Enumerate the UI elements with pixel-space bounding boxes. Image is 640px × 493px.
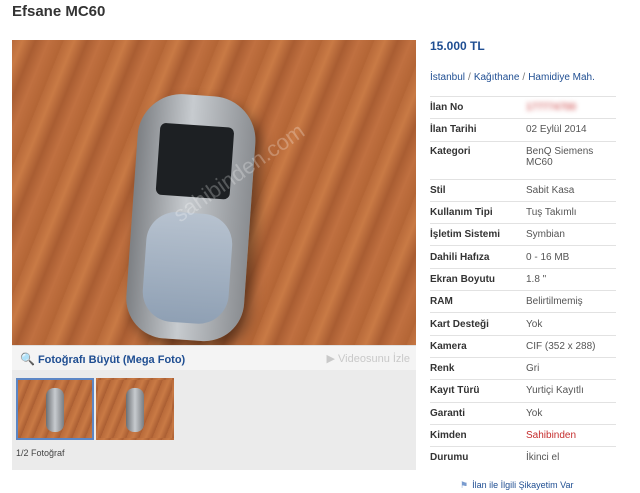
detail-row: RAM Belirtilmemiş (430, 290, 616, 313)
detail-row: İlan Tarihi 02 Eylül 2014 (430, 118, 616, 142)
photo-count: 1/2 Fotoğraf (16, 448, 65, 458)
detail-row: Garanti Yok (430, 401, 616, 425)
thumbnail-1[interactable] (16, 378, 94, 440)
listing-number: 177774700 (526, 102, 577, 114)
mega-photo-label: Fotoğrafı Büyüt (Mega Foto) (37, 354, 186, 366)
detail-row: Kart Desteği Yok (430, 312, 616, 336)
listing-title: Efsane MC60 (12, 3, 106, 20)
thumbnail-strip: 1/2 Fotoğraf (12, 370, 416, 470)
details-table: İlan No 177774700 İlan Tarihi 02 Eylül 201… (430, 95, 616, 469)
detail-row: Kullanım Tipi Tuş Takımlı (430, 200, 616, 224)
detail-row: Kimden Sahibinden (430, 423, 616, 447)
location-neighborhood[interactable]: Hamidiye Mah. (528, 72, 595, 83)
location-district[interactable]: Kağıthane (474, 72, 520, 83)
location-city[interactable]: İstanbul (430, 72, 465, 83)
photo-toolbar: 🔍 Fotoğrafı Büyüt (Mega Foto) ▶ Videosunu… (12, 345, 416, 370)
detail-row: Renk Gri (430, 356, 616, 380)
magnifier-icon: 🔍 (20, 352, 35, 366)
complaint-label: İlan ile İlgili Şikayetim Var (472, 480, 574, 490)
detail-row: Kategori BenQ Siemens MC60 (430, 140, 616, 180)
price: 15.000 TL (430, 39, 485, 53)
detail-row: Ekran Boyutu 1.8 " (430, 267, 616, 291)
detail-row: Kayıt Türü Yurtiçi Kayıtlı (430, 379, 616, 403)
video-label: Videosunu İzle (338, 353, 410, 365)
thumbnail-2[interactable] (96, 378, 174, 440)
video-button[interactable]: ▶ Videosunu İzle (327, 352, 410, 365)
mega-photo-button[interactable]: 🔍 Fotoğrafı Büyüt (Mega Foto) (20, 352, 185, 366)
seller-type: Sahibinden (526, 423, 616, 447)
detail-row: İşletim Sistemi Symbian (430, 223, 616, 246)
detail-row: İlan No 177774700 (430, 95, 616, 119)
detail-row: Durumu İkinci el (430, 446, 616, 469)
detail-row: Stil Sabit Kasa (430, 178, 616, 202)
breadcrumb-location: İstanbul / Kağıthane / Hamidiye Mah. (430, 72, 595, 83)
main-photo[interactable]: sahibinden.com (12, 40, 416, 345)
detail-row: Kamera CIF (352 x 288) (430, 334, 616, 358)
detail-row: Dahili Hafıza 0 - 16 MB (430, 245, 616, 269)
flag-icon: ⚑ (460, 480, 469, 490)
complaint-link[interactable]: ⚑ İlan ile İlgili Şikayetim Var (460, 480, 573, 491)
